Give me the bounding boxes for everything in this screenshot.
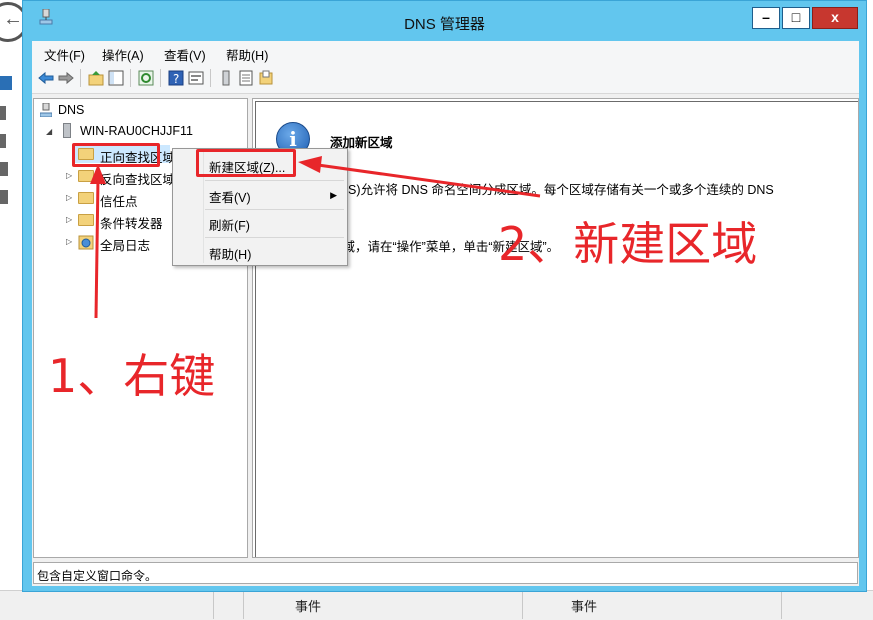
window-client-area: 文件(F) 操作(A) 查看(V) 帮助(H) ? DNS ◢ WIN-RAU0… bbox=[32, 41, 859, 586]
toolbar-separator bbox=[80, 69, 81, 87]
bg-item-icon bbox=[0, 162, 8, 176]
bg-column-divider bbox=[522, 590, 523, 619]
help-icon[interactable]: ? bbox=[168, 70, 184, 86]
menu-help[interactable]: 帮助(H) bbox=[209, 244, 251, 263]
menu-action[interactable]: 操作(A) bbox=[102, 45, 144, 64]
toolbar-separator bbox=[130, 69, 131, 87]
bg-event-label: 事件 bbox=[571, 599, 598, 614]
menu-bar: 文件(F) 操作(A) 查看(V) 帮助(H) bbox=[32, 41, 859, 63]
tree-item-global-logs[interactable]: 全局日志 bbox=[100, 235, 150, 254]
dns-manager-window: DNS 管理器 – □ x 文件(F) 操作(A) 查看(V) 帮助(H) ? bbox=[22, 0, 867, 592]
server-icon bbox=[63, 123, 71, 138]
bg-column-divider bbox=[781, 590, 782, 619]
folder-icon bbox=[78, 192, 94, 204]
background-window-strip bbox=[0, 60, 22, 600]
refresh-icon[interactable] bbox=[138, 70, 154, 86]
folder-icon bbox=[78, 214, 94, 226]
dns-root-icon bbox=[40, 103, 52, 117]
collapse-arrow-icon[interactable]: ◢ bbox=[46, 127, 52, 136]
folder-icon bbox=[78, 170, 94, 182]
bg-event-label: 事件 bbox=[295, 599, 322, 614]
maximize-button[interactable]: □ bbox=[782, 7, 810, 29]
expand-arrow-icon[interactable]: ▷ bbox=[66, 237, 72, 246]
global-log-icon bbox=[78, 235, 94, 250]
export-icon[interactable] bbox=[258, 70, 274, 86]
status-text: 包含自定义窗口命令。 bbox=[37, 569, 158, 583]
bg-grid-icon bbox=[0, 76, 12, 90]
highlight-box-new-zone bbox=[196, 149, 296, 177]
background-table-footer bbox=[0, 590, 873, 620]
show-tree-icon[interactable] bbox=[108, 70, 124, 86]
properties-icon[interactable] bbox=[188, 70, 204, 86]
expand-arrow-icon[interactable]: ▷ bbox=[66, 193, 72, 202]
menu-file[interactable]: 文件(F) bbox=[44, 45, 85, 64]
menu-refresh[interactable]: 刷新(F) bbox=[209, 215, 250, 234]
bg-item-icon bbox=[0, 106, 6, 120]
tree-item-trust-points[interactable]: 信任点 bbox=[100, 191, 138, 210]
toolbar-separator bbox=[210, 69, 211, 87]
bg-item-icon bbox=[0, 190, 8, 204]
add-zone-description: DNS)允许将 DNS 命名空间分成区域。每个区域存储有关一个或多个连续的 DN… bbox=[330, 183, 774, 197]
expand-arrow-icon[interactable]: ▷ bbox=[66, 215, 72, 224]
server-icon[interactable] bbox=[218, 70, 234, 86]
status-bar: 包含自定义窗口命令。 bbox=[33, 562, 858, 584]
minimize-button[interactable]: – bbox=[752, 7, 780, 29]
toolbar-separator bbox=[160, 69, 161, 87]
forward-icon[interactable] bbox=[58, 70, 74, 86]
list-icon[interactable] bbox=[238, 70, 254, 86]
close-button[interactable]: x bbox=[812, 7, 858, 29]
up-folder-icon[interactable] bbox=[88, 70, 104, 86]
highlight-box-forward-lookup bbox=[72, 143, 160, 167]
tree-item-server[interactable]: WIN-RAU0CHJJF11 bbox=[80, 124, 193, 138]
annotation-step-1: 1、右键 bbox=[48, 349, 216, 403]
window-title: DNS 管理器 bbox=[404, 16, 485, 33]
tree-item-reverse-lookup[interactable]: 反向查找区域 bbox=[100, 169, 175, 188]
menu-separator bbox=[205, 237, 344, 238]
bg-column-divider bbox=[243, 590, 244, 619]
expand-arrow-icon[interactable]: ▷ bbox=[66, 171, 72, 180]
submenu-arrow-icon: ▶ bbox=[330, 190, 337, 200]
menu-separator bbox=[205, 180, 344, 181]
menu-view-submenu[interactable]: 查看(V) bbox=[209, 187, 251, 206]
menu-view[interactable]: 查看(V) bbox=[164, 45, 206, 64]
tree-item-conditional-forwarders[interactable]: 条件转发器 bbox=[100, 213, 163, 232]
annotation-step-2: 2、新建区域 bbox=[498, 217, 758, 271]
back-icon[interactable] bbox=[38, 70, 54, 86]
title-bar[interactable]: DNS 管理器 – □ x bbox=[23, 1, 866, 41]
bg-item-icon bbox=[0, 134, 6, 148]
svg-text:?: ? bbox=[173, 72, 179, 86]
menu-help[interactable]: 帮助(H) bbox=[226, 45, 268, 64]
toolbar: ? bbox=[32, 63, 859, 94]
tree-item-dns-root[interactable]: DNS bbox=[58, 103, 84, 117]
bg-column-divider bbox=[213, 590, 214, 619]
menu-separator bbox=[205, 209, 344, 210]
